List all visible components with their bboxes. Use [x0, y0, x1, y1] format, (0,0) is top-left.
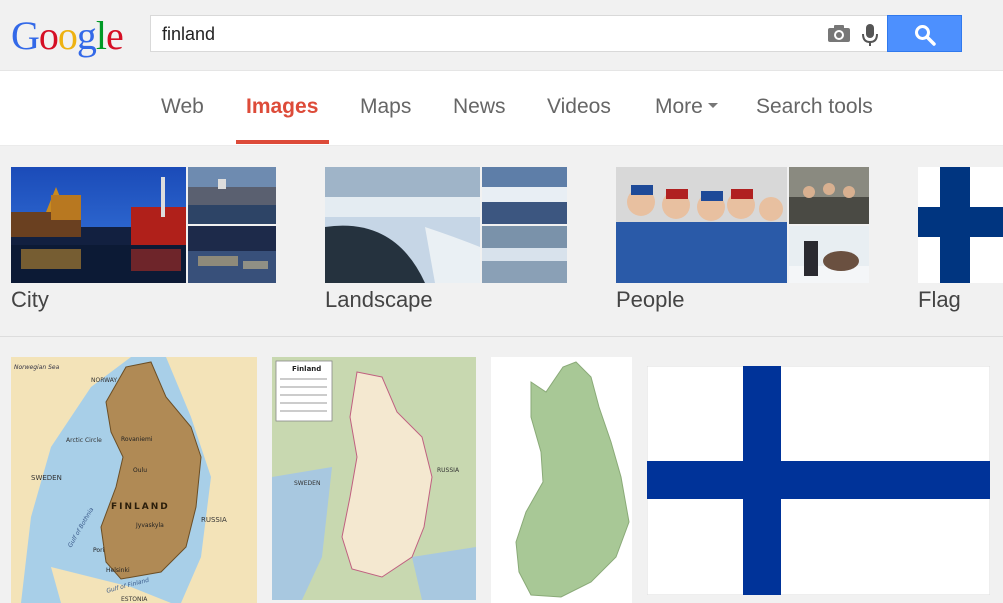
flag-thumbnail [918, 167, 1003, 283]
category-landscape[interactable]: Landscape [325, 167, 567, 312]
city-harbor-thumbnail [188, 167, 276, 224]
category-people-images [616, 167, 869, 283]
map-label: FINLAND [111, 502, 170, 512]
tab-videos[interactable]: Videos [547, 95, 611, 119]
tab-news[interactable]: News [453, 95, 506, 119]
map-label: RUSSIA [437, 467, 460, 474]
map-label: Arctic Circle [66, 437, 102, 444]
image-results: Norwegian Sea NORWAY Arctic Circle Rovan… [0, 338, 1003, 603]
tab-web[interactable]: Web [161, 95, 204, 119]
category-label: Flag [918, 287, 961, 312]
search-tools-button[interactable]: Search tools [756, 95, 873, 119]
snowy-river-thumbnail [325, 167, 480, 283]
mic-icon[interactable] [859, 23, 881, 47]
city-aerial-thumbnail [188, 226, 276, 283]
city-night-thumbnail [11, 167, 186, 283]
google-logo[interactable]: Google [11, 12, 124, 59]
category-flag[interactable]: Flag [918, 167, 1003, 312]
category-city[interactable]: City [11, 167, 276, 312]
map-label: NORWAY [91, 377, 117, 384]
map-label: Jyvaskyla [135, 522, 164, 529]
map-label: SWEDEN [294, 480, 320, 487]
map-legend-title: Finland [292, 365, 321, 373]
result-image-finland-detailed-map[interactable]: Finland SWEDEN RUSSIA [272, 357, 476, 600]
people-group-thumbnail [789, 167, 869, 224]
snowy-forest-thumbnail [482, 226, 567, 283]
result-image-finland-political-map[interactable]: Norwegian Sea NORWAY Arctic Circle Rovan… [11, 357, 257, 603]
category-flag-images [918, 167, 1003, 283]
search-input[interactable]: finland [150, 15, 888, 52]
category-label: City [11, 287, 49, 312]
top-bar: Google finland [0, 0, 1003, 71]
search-query-text: finland [162, 24, 216, 44]
category-people[interactable]: People [616, 167, 869, 312]
logo-letter: G [11, 13, 40, 58]
map-label: Helsinki [106, 567, 130, 574]
snowy-lake-thumbnail [482, 167, 567, 224]
search-button[interactable] [887, 15, 962, 52]
logo-letter: l [95, 13, 107, 58]
map-label: Oulu [133, 467, 147, 474]
category-city-images [11, 167, 276, 283]
map-label: RUSSIA [201, 516, 227, 524]
category-label: People [616, 287, 685, 312]
logo-letter: o [57, 13, 78, 58]
map-label: Pori [93, 547, 105, 554]
camera-icon[interactable] [827, 25, 851, 43]
related-categories: City Landscape People Flag [0, 146, 1003, 337]
tab-more-label: More [655, 95, 703, 118]
search-icon [915, 25, 936, 46]
map-label: SWEDEN [31, 474, 62, 482]
people-fans-thumbnail [616, 167, 787, 283]
tab-more[interactable]: More [655, 95, 718, 119]
map-label: ESTONIA [121, 596, 148, 603]
people-reindeer-thumbnail [789, 226, 869, 283]
result-image-finland-outline-map[interactable] [491, 357, 632, 603]
search-nav: Web Images Maps News Videos More Search … [0, 71, 1003, 146]
chevron-down-icon [707, 103, 718, 109]
logo-letter: g [76, 13, 97, 58]
map-label: Rovaniemi [121, 436, 153, 443]
map-label: Norwegian Sea [14, 364, 60, 371]
logo-letter: o [38, 13, 59, 58]
logo-letter: e [106, 13, 124, 58]
category-landscape-images [325, 167, 567, 283]
category-label: Landscape [325, 287, 433, 312]
active-tab-indicator [236, 140, 329, 144]
tab-images[interactable]: Images [246, 95, 318, 119]
result-image-finland-flag[interactable] [647, 366, 990, 595]
tab-maps[interactable]: Maps [360, 95, 411, 119]
